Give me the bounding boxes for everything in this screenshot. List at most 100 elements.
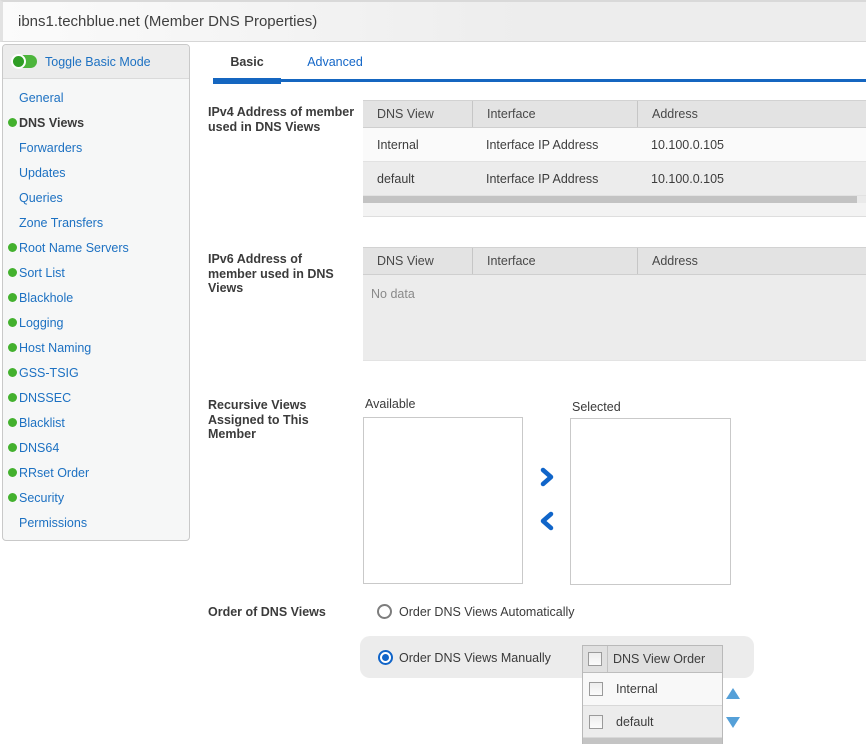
move-down-button triangle-down-icon[interactable] bbox=[726, 717, 740, 728]
dns-view-order-title: DNS View Order bbox=[608, 652, 705, 666]
tab-basic[interactable]: Basic bbox=[213, 55, 281, 69]
status-dot-icon bbox=[8, 293, 17, 302]
sidebar-item-label: Queries bbox=[19, 191, 63, 205]
sidebar-item-root-name-servers[interactable]: Root Name Servers bbox=[3, 235, 189, 260]
sidebar-item-label: Updates bbox=[19, 166, 66, 180]
sidebar-item-dnssec[interactable]: DNSSEC bbox=[3, 385, 189, 410]
sidebar-item-label: DNS Views bbox=[19, 116, 84, 130]
table-row[interactable]: default Interface IP Address 10.100.0.10… bbox=[363, 162, 866, 196]
table-row[interactable]: Internal Interface IP Address 10.100.0.1… bbox=[363, 128, 866, 162]
toggle-on-icon[interactable] bbox=[12, 55, 37, 68]
toggle-basic-mode[interactable]: Toggle Basic Mode bbox=[3, 45, 189, 79]
cell-interface: Interface IP Address bbox=[472, 162, 637, 195]
select-all-checkbox[interactable] bbox=[588, 652, 602, 666]
sidebar-item-queries[interactable]: Queries bbox=[3, 185, 189, 210]
available-label: Available bbox=[365, 397, 416, 411]
sidebar-item-sort-list[interactable]: Sort List bbox=[3, 260, 189, 285]
sidebar-item-dns64[interactable]: DNS64 bbox=[3, 435, 189, 460]
tab-divider bbox=[281, 79, 866, 82]
status-dot-icon bbox=[8, 318, 17, 327]
horizontal-scrollbar[interactable] bbox=[363, 196, 866, 203]
sidebar-item-updates[interactable]: Updates bbox=[3, 160, 189, 185]
sidebar-item-label: Security bbox=[19, 491, 64, 505]
column-header[interactable]: Address bbox=[637, 248, 866, 274]
status-dot-icon bbox=[8, 418, 17, 427]
column-header[interactable]: Address bbox=[637, 101, 866, 127]
sidebar-item-label: Zone Transfers bbox=[19, 216, 103, 230]
dns-view-order-header: DNS View Order bbox=[583, 646, 722, 673]
row-checkbox[interactable] bbox=[589, 715, 603, 729]
ipv6-table: DNS View Interface Address No data bbox=[363, 247, 866, 361]
sidebar-item-label: Blackhole bbox=[19, 291, 73, 305]
table-footer bbox=[363, 203, 866, 217]
column-header[interactable]: Interface bbox=[472, 101, 637, 127]
available-listbox[interactable] bbox=[363, 417, 523, 584]
sidebar: Toggle Basic Mode General DNS Views Forw… bbox=[2, 44, 190, 541]
order-manually-radio[interactable] bbox=[378, 650, 393, 665]
sidebar-item-zone-transfers[interactable]: Zone Transfers bbox=[3, 210, 189, 235]
sidebar-item-label: DNS64 bbox=[19, 441, 59, 455]
order-table-scrollbar[interactable] bbox=[583, 738, 722, 744]
status-dot-icon bbox=[8, 118, 17, 127]
column-header[interactable]: Interface bbox=[472, 248, 637, 274]
titlebar: ibns1.techblue.net (Member DNS Propertie… bbox=[0, 0, 866, 42]
row-checkbox[interactable] bbox=[589, 682, 603, 696]
sidebar-item-dns-views[interactable]: DNS Views bbox=[3, 110, 189, 135]
chevron-left-icon bbox=[538, 511, 556, 531]
sidebar-item-label: RRset Order bbox=[19, 466, 89, 480]
sidebar-item-label: General bbox=[19, 91, 63, 105]
sidebar-item-permissions[interactable]: Permissions bbox=[3, 510, 189, 535]
order-automatically-label: Order DNS Views Automatically bbox=[399, 605, 575, 619]
scrollbar-thumb[interactable] bbox=[363, 196, 857, 203]
sidebar-item-blacklist[interactable]: Blacklist bbox=[3, 410, 189, 435]
sidebar-item-label: Blacklist bbox=[19, 416, 65, 430]
move-up-button triangle-up-icon[interactable] bbox=[726, 688, 740, 699]
sidebar-item-label: Permissions bbox=[19, 516, 87, 530]
sidebar-item-label: DNSSEC bbox=[19, 391, 71, 405]
sidebar-item-general[interactable]: General bbox=[3, 85, 189, 110]
order-row-internal[interactable]: Internal bbox=[583, 673, 722, 706]
main-content: Basic Advanced IPv4 Address of member us… bbox=[196, 44, 866, 744]
move-right-button[interactable] bbox=[538, 467, 556, 487]
column-header[interactable]: DNS View bbox=[363, 248, 472, 274]
cell-dns-view: Internal bbox=[363, 128, 472, 161]
order-row-label: default bbox=[608, 715, 654, 729]
sidebar-item-logging[interactable]: Logging bbox=[3, 310, 189, 335]
order-automatically-radio[interactable] bbox=[377, 604, 392, 619]
sidebar-item-label: Root Name Servers bbox=[19, 241, 129, 255]
tab-advanced[interactable]: Advanced bbox=[306, 55, 364, 69]
status-dot-icon bbox=[8, 368, 17, 377]
order-manually-label: Order DNS Views Manually bbox=[399, 651, 551, 665]
cell-interface: Interface IP Address bbox=[472, 128, 637, 161]
active-tab-underline bbox=[213, 78, 281, 84]
sidebar-item-label: Logging bbox=[19, 316, 64, 330]
selected-listbox[interactable] bbox=[570, 418, 731, 585]
sidebar-item-forwarders[interactable]: Forwarders bbox=[3, 135, 189, 160]
order-row-default[interactable]: default bbox=[583, 706, 722, 738]
move-left-button[interactable] bbox=[538, 511, 556, 531]
sidebar-item-security[interactable]: Security bbox=[3, 485, 189, 510]
sidebar-item-gss-tsig[interactable]: GSS-TSIG bbox=[3, 360, 189, 385]
ipv4-table: DNS View Interface Address Internal Inte… bbox=[363, 100, 866, 217]
status-dot-icon bbox=[8, 493, 17, 502]
cell-address: 10.100.0.105 bbox=[637, 162, 866, 195]
cell-dns-view: default bbox=[363, 162, 472, 195]
recursive-section-label: Recursive Views Assigned to This Member bbox=[208, 398, 320, 442]
sidebar-item-label: Sort List bbox=[19, 266, 65, 280]
cell-address: 10.100.0.105 bbox=[637, 128, 866, 161]
status-dot-icon bbox=[8, 443, 17, 452]
sidebar-item-rrset-order[interactable]: RRset Order bbox=[3, 460, 189, 485]
ipv4-table-header: DNS View Interface Address bbox=[363, 101, 866, 128]
selected-label: Selected bbox=[572, 400, 621, 414]
column-header[interactable]: DNS View bbox=[363, 101, 472, 127]
sidebar-item-blackhole[interactable]: Blackhole bbox=[3, 285, 189, 310]
member-dns-properties-dialog: ibns1.techblue.net (Member DNS Propertie… bbox=[0, 0, 866, 744]
status-dot-icon bbox=[8, 268, 17, 277]
chevron-right-icon bbox=[538, 467, 556, 487]
ipv6-section-label: IPv6 Address of member used in DNS Views bbox=[208, 252, 336, 296]
sidebar-item-host-naming[interactable]: Host Naming bbox=[3, 335, 189, 360]
status-dot-icon bbox=[8, 393, 17, 402]
sidebar-nav: General DNS Views Forwarders Updates Que… bbox=[3, 79, 189, 535]
order-section-label: Order of DNS Views bbox=[208, 605, 358, 620]
empty-table-message: No data bbox=[363, 275, 866, 361]
